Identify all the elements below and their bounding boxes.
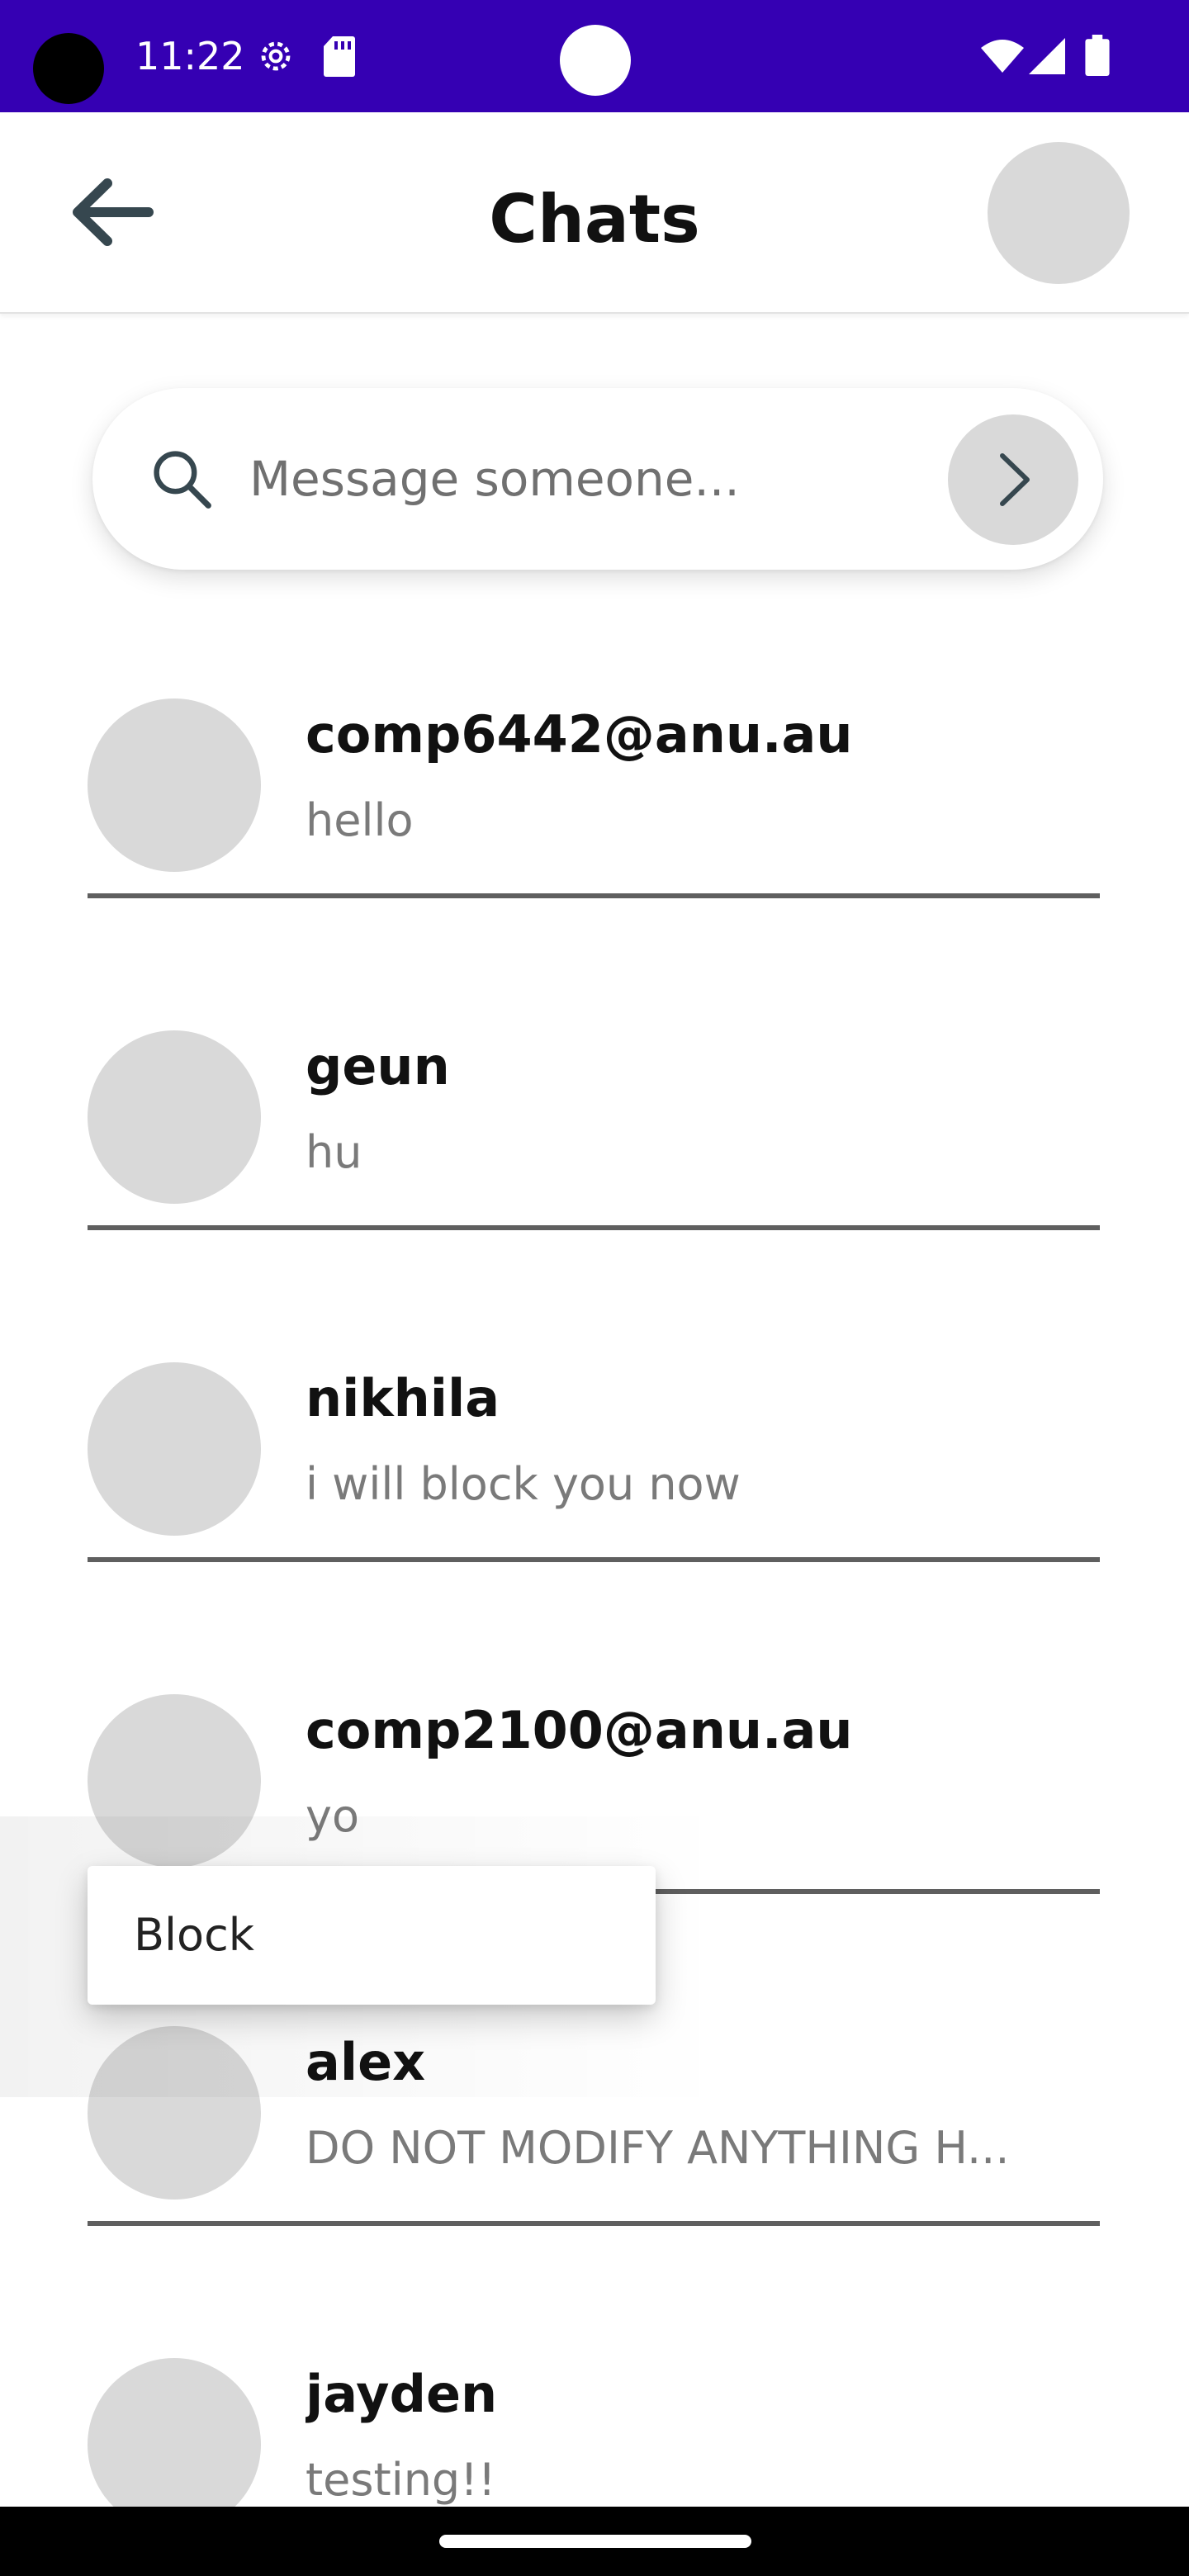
chat-avatar	[88, 1030, 261, 1204]
chat-last-message: yo	[306, 1790, 359, 1842]
signal-icon	[1029, 38, 1065, 74]
wifi-icon	[981, 40, 1024, 73]
chat-last-message: testing!!	[306, 2454, 496, 2506]
chat-last-message: i will block you now	[306, 1458, 741, 1510]
chat-name: geun	[306, 1036, 450, 1096]
chat-name: alex	[306, 2032, 426, 2092]
chat-name: comp2100@anu.au	[306, 1700, 853, 1760]
chat-list-item[interactable]: alex DO NOT MODIFY ANYTHING H...	[88, 1990, 1100, 2323]
chat-divider	[88, 893, 1100, 898]
chat-list-item[interactable]: nikhila i will block you now	[88, 1326, 1100, 1660]
chat-divider	[88, 1225, 1100, 1230]
chat-avatar	[88, 2358, 261, 2531]
camera-cutout	[33, 33, 104, 104]
chat-list-item[interactable]: geun hu	[88, 994, 1100, 1328]
message-search-bar	[92, 388, 1103, 570]
status-bar: 11:22	[0, 0, 1189, 112]
sd-card-icon	[324, 36, 355, 77]
chat-avatar	[88, 2026, 261, 2200]
block-menu-item[interactable]: Block	[88, 1866, 656, 2005]
settings-gear-icon	[261, 41, 291, 71]
chat-avatar	[88, 698, 261, 872]
app-bar: Chats	[0, 112, 1189, 314]
status-time: 11:22	[135, 34, 245, 78]
search-icon	[154, 451, 211, 509]
start-chat-button[interactable]	[948, 414, 1078, 545]
chat-list-item[interactable]: comp6442@anu.au hello	[88, 662, 1100, 996]
chat-name: comp6442@anu.au	[306, 704, 853, 765]
status-indicator-dot	[560, 25, 631, 96]
profile-avatar[interactable]	[988, 142, 1130, 284]
navigation-bar	[0, 2507, 1189, 2576]
chat-divider	[88, 2221, 1100, 2226]
chevron-right-icon	[1000, 453, 1030, 506]
home-indicator[interactable]	[439, 2535, 751, 2548]
chat-last-message: hello	[306, 794, 414, 846]
chat-last-message: hu	[306, 1126, 362, 1178]
chats-screen: 11:22 Chats Message someone... comp6442@…	[0, 0, 1189, 2576]
chat-context-menu: Block	[88, 1866, 656, 2005]
chat-name: jayden	[306, 2364, 498, 2424]
chat-avatar	[88, 1362, 261, 1536]
chat-last-message: DO NOT MODIFY ANYTHING H...	[306, 2122, 1010, 2174]
chat-name: nikhila	[306, 1368, 500, 1428]
message-search-input[interactable]	[249, 429, 852, 528]
battery-icon	[1085, 35, 1110, 76]
chat-avatar	[88, 1694, 261, 1868]
chat-divider	[88, 1557, 1100, 1562]
